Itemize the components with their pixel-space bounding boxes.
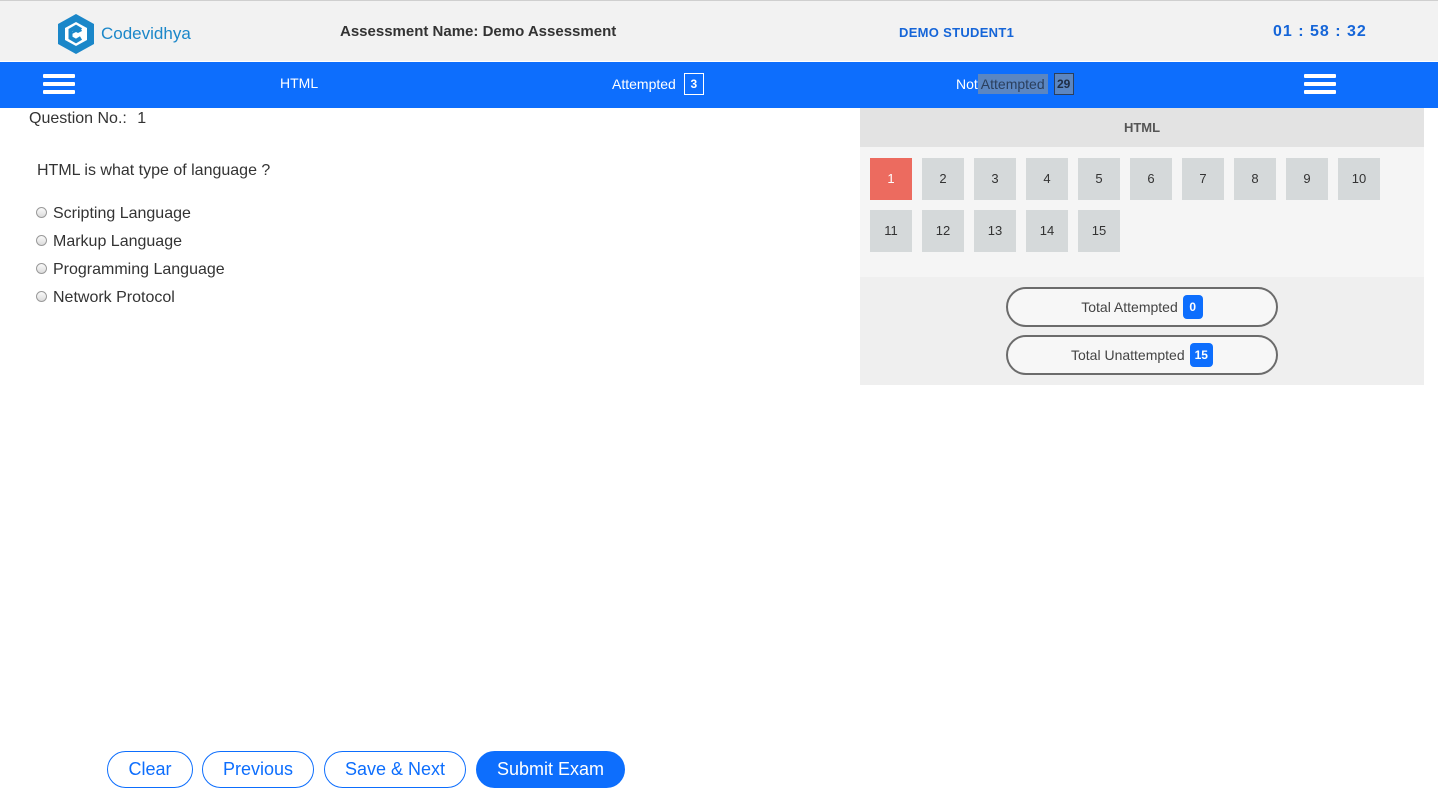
option-network-protocol[interactable]: Network Protocol bbox=[36, 284, 225, 312]
question-button-4[interactable]: 4 bbox=[1026, 158, 1068, 200]
codevidhya-logo[interactable]: Codevidhya bbox=[55, 13, 191, 55]
question-palette: HTML 1 2 3 4 5 6 7 8 9 10 11 12 13 14 15… bbox=[860, 108, 1424, 385]
total-attempted-label: Total Attempted bbox=[1081, 299, 1178, 315]
logo-hexagon-icon bbox=[58, 14, 94, 54]
status-bar: HTML Attempted 3 Not Attempted 29 bbox=[0, 62, 1438, 108]
question-button-9[interactable]: 9 bbox=[1286, 158, 1328, 200]
question-number: Question No.: 1 bbox=[29, 110, 146, 128]
option-programming-language[interactable]: Programming Language bbox=[36, 256, 225, 284]
question-button-14[interactable]: 14 bbox=[1026, 210, 1068, 252]
left-menu-icon[interactable] bbox=[43, 74, 75, 96]
question-button-5[interactable]: 5 bbox=[1078, 158, 1120, 200]
question-button-15[interactable]: 15 bbox=[1078, 210, 1120, 252]
total-unattempted-pill: Total Unattempted 15 bbox=[1006, 335, 1278, 375]
question-number-label: Question No.: bbox=[29, 110, 127, 127]
radio-button[interactable] bbox=[36, 207, 47, 218]
save-next-button[interactable]: Save & Next bbox=[324, 751, 466, 788]
top-header: Codevidhya Assessment Name: Demo Assessm… bbox=[0, 0, 1438, 61]
clear-button[interactable]: Clear bbox=[107, 751, 193, 788]
right-menu-icon[interactable] bbox=[1304, 74, 1336, 96]
not-attempted-count: 29 bbox=[1053, 73, 1074, 95]
not-label: Not bbox=[956, 76, 978, 92]
total-unattempted-badge: 15 bbox=[1189, 343, 1213, 367]
radio-button[interactable] bbox=[36, 291, 47, 302]
question-button-6[interactable]: 6 bbox=[1130, 158, 1172, 200]
not-attempted-label: Attempted bbox=[977, 74, 1048, 94]
question-button-7[interactable]: 7 bbox=[1182, 158, 1224, 200]
total-unattempted-label: Total Unattempted bbox=[1071, 347, 1185, 363]
question-button-8[interactable]: 8 bbox=[1234, 158, 1276, 200]
question-text: HTML is what type of language ? bbox=[37, 162, 271, 179]
student-name: DEMO STUDENT1 bbox=[899, 25, 1015, 40]
option-markup-language[interactable]: Markup Language bbox=[36, 228, 225, 256]
question-button-12[interactable]: 12 bbox=[922, 210, 964, 252]
palette-section-title: HTML bbox=[860, 108, 1424, 147]
option-label: Network Protocol bbox=[53, 289, 175, 306]
countdown-timer: 01 : 58 : 32 bbox=[1273, 23, 1367, 40]
radio-button[interactable] bbox=[36, 235, 47, 246]
previous-button[interactable]: Previous bbox=[202, 751, 314, 788]
question-button-13[interactable]: 13 bbox=[974, 210, 1016, 252]
question-button-3[interactable]: 3 bbox=[974, 158, 1016, 200]
question-button-10[interactable]: 10 bbox=[1338, 158, 1380, 200]
attempt-summary: Total Attempted 0 Total Unattempted 15 bbox=[860, 277, 1424, 385]
option-label: Programming Language bbox=[53, 261, 225, 278]
assessment-name: Assessment Name: Demo Assessment bbox=[340, 23, 617, 40]
question-button-2[interactable]: 2 bbox=[922, 158, 964, 200]
question-button-11[interactable]: 11 bbox=[870, 210, 912, 252]
radio-button[interactable] bbox=[36, 263, 47, 274]
question-button-1[interactable]: 1 bbox=[870, 158, 912, 200]
question-number-value: 1 bbox=[137, 110, 147, 127]
subject-tab[interactable]: HTML bbox=[280, 75, 318, 91]
submit-exam-button[interactable]: Submit Exam bbox=[476, 751, 625, 788]
option-scripting-language[interactable]: Scripting Language bbox=[36, 200, 225, 228]
option-label: Scripting Language bbox=[53, 205, 191, 222]
logo-text: Codevidhya bbox=[101, 24, 191, 43]
total-attempted-pill: Total Attempted 0 bbox=[1006, 287, 1278, 327]
attempted-status: Attempted 3 bbox=[612, 73, 704, 95]
attempted-label: Attempted bbox=[612, 76, 676, 92]
answer-options: Scripting Language Markup Language Progr… bbox=[36, 200, 225, 312]
option-label: Markup Language bbox=[53, 233, 182, 250]
not-attempted-status: Not Attempted 29 bbox=[956, 73, 1074, 95]
attempted-count: 3 bbox=[683, 73, 704, 95]
total-attempted-badge: 0 bbox=[1182, 295, 1203, 319]
